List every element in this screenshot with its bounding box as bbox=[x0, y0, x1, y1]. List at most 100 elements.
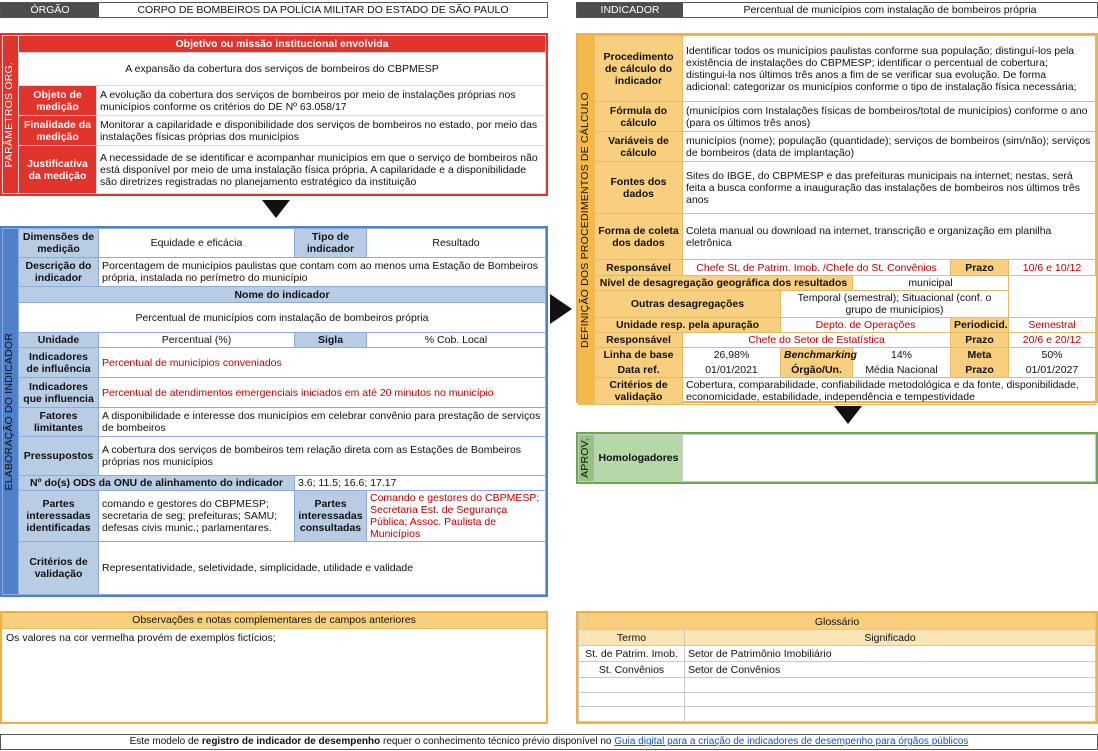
guide-link[interactable]: Guia digital para a criação de indicador… bbox=[614, 736, 968, 747]
prazo-meta-label: Prazo bbox=[950, 362, 1009, 378]
descricao-value[interactable]: Porcentagem de municípios paulistas que … bbox=[98, 257, 546, 287]
variaveis-label: Variáveis de cálculo bbox=[594, 131, 683, 162]
que-influencia-label: Indicadores que influencia bbox=[18, 377, 99, 408]
responsavel-coleta-value[interactable]: Chefe St. de Patrim. Imob. /Chefe do St.… bbox=[682, 259, 951, 276]
homologadores-label: Homologadores bbox=[594, 434, 683, 482]
benchmarking-label: Benchmarking bbox=[780, 347, 857, 363]
prazo-apuracao-value[interactable]: 20/6 e 20/12 bbox=[1008, 332, 1096, 348]
outras-label: Outras desagregações bbox=[594, 290, 781, 318]
observacoes-text[interactable]: Os valores na cor vermelha provém de exe… bbox=[2, 629, 546, 647]
fatores-label: Fatores limitantes bbox=[18, 407, 99, 437]
unidade-label: Unidade bbox=[18, 332, 99, 348]
procedimento-label: Procedimento de cálculo do indicador bbox=[594, 35, 683, 102]
objeto-label: Objeto de medição bbox=[18, 85, 97, 116]
formula-value[interactable]: (municípios com Instalações físicas de b… bbox=[682, 101, 1096, 132]
arrow-down-icon bbox=[834, 406, 862, 424]
nivel-value[interactable]: municipal bbox=[852, 275, 1009, 291]
influencia-value[interactable]: Percentual de municípios conveniados bbox=[98, 347, 546, 378]
partes-identificadas-value[interactable]: comando e gestores do CBPMESP; secretari… bbox=[98, 490, 295, 542]
dimensoes-label: Dimensões de medição bbox=[18, 228, 99, 258]
nivel-label: Nível de desagregação geográfica dos res… bbox=[594, 275, 853, 291]
partes-consultadas-value[interactable]: Comando e gestores do CBPMESP; Secretari… bbox=[366, 490, 546, 542]
responsavel-apuracao-label: Responsável bbox=[594, 332, 683, 348]
responsavel-apuracao-value[interactable]: Chefe do Setor de Estatística bbox=[682, 332, 951, 348]
linha-base-value[interactable]: 26,98% bbox=[682, 347, 781, 363]
glossario-meaning[interactable]: Setor de Convênios bbox=[684, 661, 1096, 678]
orgao-un-value[interactable]: Média Nacional bbox=[852, 362, 951, 378]
variaveis-value[interactable]: municípios (nome); população (quantidade… bbox=[682, 131, 1096, 162]
nome-value[interactable]: Percentual de municípios com instalação … bbox=[18, 302, 546, 333]
glossario-meaning[interactable] bbox=[684, 677, 1096, 693]
header-indicador: INDICADOR Percentual de municípios com i… bbox=[576, 2, 1098, 18]
fatores-value[interactable]: A disponibilidade e interesse dos municí… bbox=[98, 407, 546, 437]
justificativa-label: Justificativa da medição bbox=[18, 145, 97, 194]
sigla-value[interactable]: % Cob. Local bbox=[366, 332, 546, 348]
fontes-value[interactable]: Sites do IBGE, do CBPMESP e das prefeitu… bbox=[682, 161, 1096, 214]
arrow-down-icon bbox=[262, 200, 290, 218]
pressupostos-value[interactable]: A cobertura dos serviços de bombeiros te… bbox=[98, 436, 546, 476]
procedimento-value[interactable]: Identificar todos os municípios paulista… bbox=[682, 35, 1096, 102]
coleta-value[interactable]: Coleta manual ou download na internet, t… bbox=[682, 213, 1096, 260]
que-influencia-value[interactable]: Percentual de atendimentos emergenciais … bbox=[98, 377, 546, 408]
criterios-def-value[interactable]: Cobertura, comparabilidade, confiabilida… bbox=[682, 377, 1096, 405]
prazo-coleta-value[interactable]: 10/6 e 10/12 bbox=[1008, 259, 1096, 276]
elab-side-label: ELABORAÇÃO DO INDICADOR bbox=[2, 228, 19, 595]
finalidade-value[interactable]: Monitorar a capilaridade e disponibilida… bbox=[96, 115, 546, 146]
prazo-apuracao-label: Prazo bbox=[950, 332, 1009, 348]
criterios-elab-value[interactable]: Representatividade, seletividade, simpli… bbox=[98, 541, 546, 595]
header-orgao: ÓRGÃO CORPO DE BOMBEIROS DA POLÍCIA MILI… bbox=[0, 2, 548, 18]
descricao-label: Descrição do indicador bbox=[18, 257, 99, 287]
glossario-term[interactable] bbox=[578, 706, 685, 722]
objeto-value[interactable]: A evolução da cobertura dos serviços de … bbox=[96, 85, 546, 116]
param-side-label: PARÂMETROS ORG. bbox=[2, 35, 19, 194]
glossario-heading: Glossário bbox=[578, 613, 1096, 630]
coleta-label: Forma de coleta dos dados bbox=[594, 213, 683, 260]
header-orgao-value: CORPO DE BOMBEIROS DA POLÍCIA MILITAR DO… bbox=[137, 4, 509, 16]
tipo-label: Tipo de indicador bbox=[294, 228, 367, 258]
arrow-right-icon bbox=[550, 294, 572, 324]
dimensoes-value[interactable]: Equidade e eficácia bbox=[98, 228, 295, 258]
objetivo-value[interactable]: A expansão da cobertura dos serviços de … bbox=[18, 52, 546, 86]
meta-label: Meta bbox=[950, 347, 1009, 363]
criterios-def-label: Critérios de validação bbox=[594, 377, 683, 405]
aprov-side-label: APROV. bbox=[578, 434, 595, 482]
param-block: PARÂMETROS ORG. Objetivo ou missão insti… bbox=[0, 33, 548, 196]
tipo-value[interactable]: Resultado bbox=[366, 228, 546, 258]
header-indicador-value: Percentual de municípios com instalação … bbox=[743, 4, 1037, 16]
justificativa-value[interactable]: A necessidade de se identificar e acompa… bbox=[96, 145, 546, 194]
footer: Este modelo de registro de indicador de … bbox=[0, 734, 1098, 750]
header-indicador-key: INDICADOR bbox=[577, 3, 683, 17]
periodicidade-value[interactable]: Semestral bbox=[1008, 317, 1096, 333]
footer-pre: Este modelo de bbox=[129, 736, 202, 747]
linha-base-label: Linha de base bbox=[594, 347, 683, 363]
unidade-apuracao-value[interactable]: Depto. de Operações bbox=[780, 317, 951, 333]
observacoes-block: Observações e notas complementares de ca… bbox=[0, 611, 548, 724]
data-ref-value[interactable]: 01/01/2021 bbox=[682, 362, 781, 378]
data-ref-label: Data ref. bbox=[594, 362, 683, 378]
glossario-term[interactable]: St. de Patrim. Imob. bbox=[578, 645, 685, 662]
unidade-value[interactable]: Percentual (%) bbox=[98, 332, 295, 348]
ods-value[interactable]: 3.6; 11.5; 16.6; 17.17 bbox=[294, 475, 546, 491]
glossario-term[interactable]: St. Convênios bbox=[578, 661, 685, 678]
pressupostos-label: Pressupostos bbox=[18, 436, 99, 476]
footer-bold: registro de indicador de desempenho bbox=[201, 736, 381, 747]
glossario-term[interactable] bbox=[578, 677, 685, 693]
sigla-label: Sigla bbox=[294, 332, 367, 348]
homologadores-value[interactable] bbox=[682, 434, 1096, 482]
glossario-meaning[interactable]: Setor de Patrimônio Imobiliário bbox=[684, 645, 1096, 662]
benchmarking-value[interactable]: 14% bbox=[852, 347, 951, 363]
glossario-term[interactable] bbox=[578, 691, 685, 708]
def-side-label: DEFINIÇÃO DOS PROCEDIMENTOS DE CÁLCULO bbox=[578, 35, 595, 405]
prazo-meta-value[interactable]: 01/01/2027 bbox=[1008, 362, 1096, 378]
influencia-label: Indicadores de influência bbox=[18, 347, 99, 378]
outras-value[interactable]: Temporal (semestral); Situacional (conf.… bbox=[780, 290, 1009, 318]
meta-value[interactable]: 50% bbox=[1008, 347, 1096, 363]
ods-label: Nº do(s) ODS da ONU de alinhamento do in… bbox=[18, 475, 295, 491]
glossario-meaning[interactable] bbox=[684, 691, 1096, 708]
aprov-block: APROV. Homologadores bbox=[576, 432, 1098, 484]
glossario-col-termo: Termo bbox=[578, 629, 685, 646]
formula-label: Fórmula do cálculo bbox=[594, 101, 683, 132]
unidade-apuracao-label: Unidade resp. pela apuração bbox=[594, 317, 781, 333]
prazo-coleta-label: Prazo bbox=[950, 259, 1009, 276]
glossario-meaning[interactable] bbox=[684, 706, 1096, 722]
